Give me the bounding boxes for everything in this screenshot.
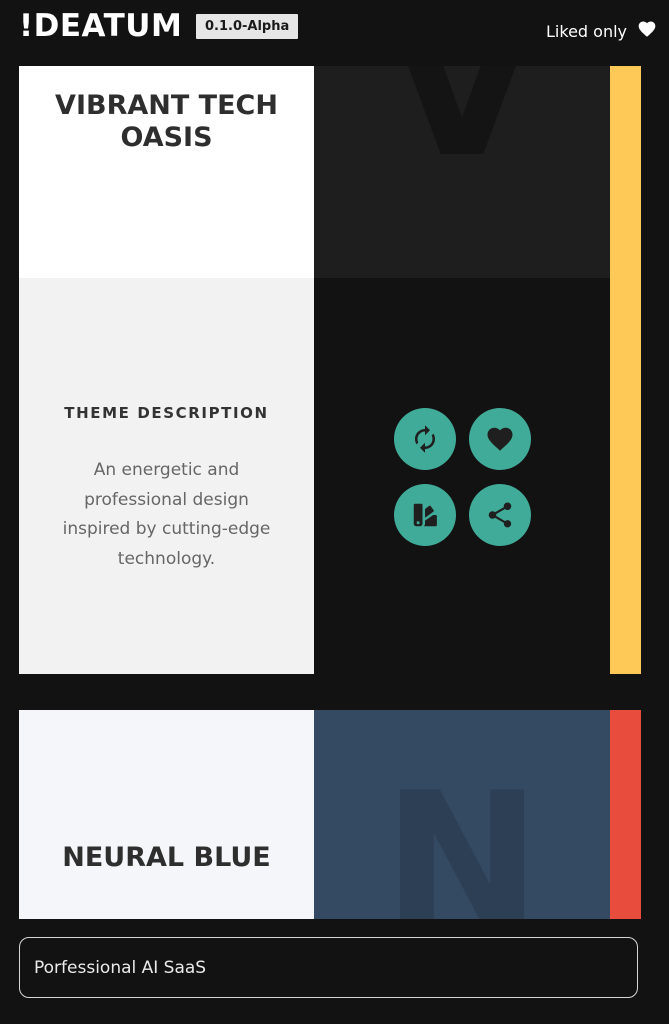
theme-title-panel: VIBRANT TECH OASIS	[19, 66, 314, 278]
app-header: !DEATUM 0.1.0-Alpha Liked only	[0, 0, 669, 58]
theme-watermark-letter: V	[388, 66, 536, 199]
theme-watermark-letter: N	[382, 752, 542, 920]
theme-card: NEURAL BLUE N	[19, 710, 641, 919]
theme-preview-body	[314, 278, 610, 674]
theme-prompt-input[interactable]	[19, 937, 638, 998]
app-logo[interactable]: !DEATUM	[19, 8, 182, 44]
share-icon	[488, 502, 512, 528]
version-badge: 0.1.0-Alpha	[196, 14, 299, 39]
theme-title: VIBRANT TECH OASIS	[55, 90, 278, 153]
liked-only-toggle[interactable]: Liked only	[546, 18, 657, 44]
like-button[interactable]	[469, 408, 531, 470]
theme-description-text: An energetic and professional design ins…	[62, 460, 271, 569]
heart-icon	[487, 427, 513, 451]
theme-title: NEURAL BLUE	[62, 842, 271, 873]
refresh-icon	[415, 425, 435, 453]
share-button[interactable]	[469, 484, 531, 546]
theme-preview-header: V	[314, 66, 610, 278]
theme-preview: N	[314, 710, 610, 919]
theme-title-panel: NEURAL BLUE	[19, 710, 314, 919]
regenerate-button[interactable]	[394, 408, 456, 470]
theme-description-panel: THEME DESCRIPTION An energetic and profe…	[19, 278, 314, 674]
heart-icon	[637, 19, 657, 44]
liked-only-label: Liked only	[546, 21, 627, 41]
theme-accent-stripe	[610, 710, 641, 919]
palette-icon	[413, 503, 437, 527]
theme-description-heading: THEME DESCRIPTION	[64, 404, 269, 422]
theme-accent-stripe	[610, 66, 641, 674]
palette-button[interactable]	[394, 484, 456, 546]
theme-card: VIBRANT TECH OASIS THEME DESCRIPTION An …	[19, 66, 641, 674]
